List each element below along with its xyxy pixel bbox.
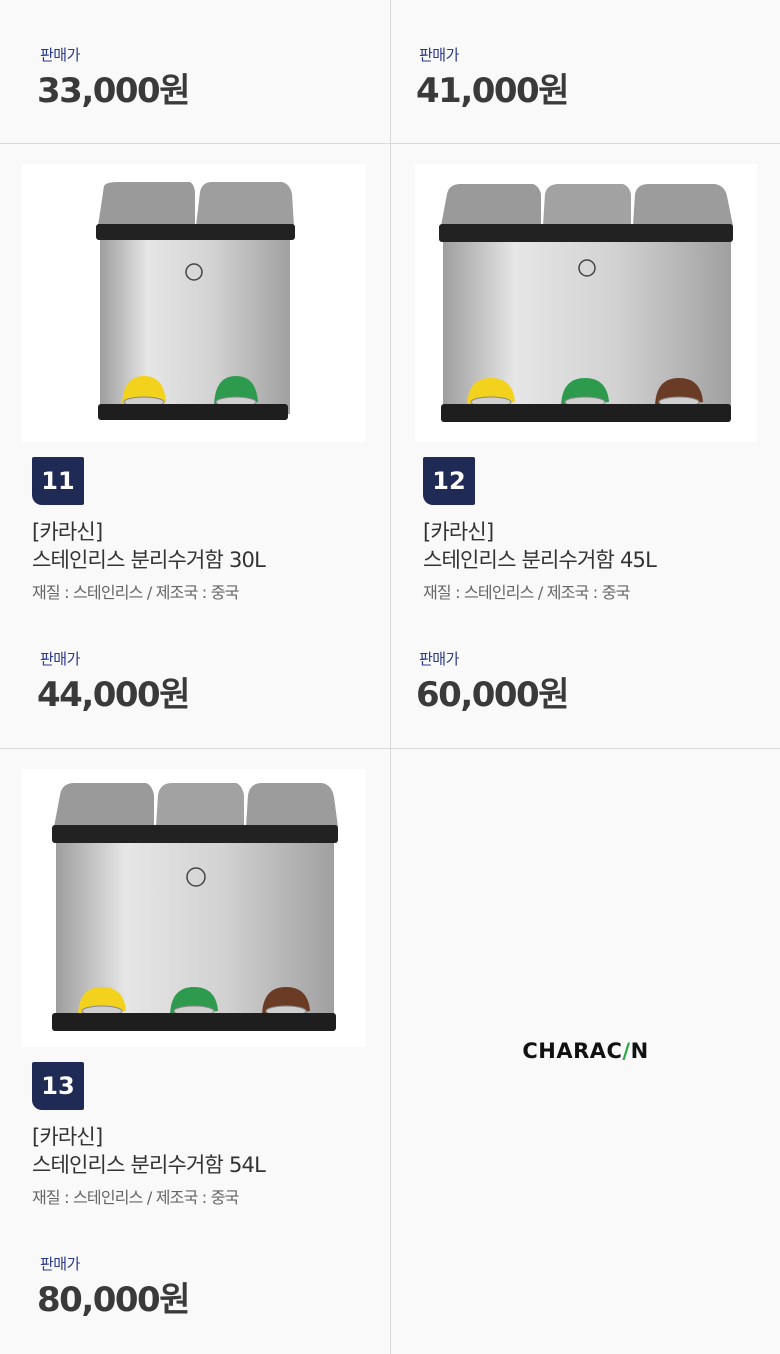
product-name[interactable]: 스테인리스 분리수거함 30L: [32, 544, 266, 574]
product-card-11[interactable]: 11 [카라신] 스테인리스 분리수거함 30L 재질 : 스테인리스 / 제조…: [0, 144, 391, 749]
logo-slash: /: [622, 1039, 631, 1063]
price: 41,000원: [416, 71, 569, 111]
price-label: 판매가: [419, 650, 459, 668]
recycle-bin-2-image: [96, 182, 295, 420]
product-card-12[interactable]: 12 [카라신] 스테인리스 분리수거함 45L 재질 : 스테인리스 / 제조…: [391, 144, 780, 749]
characin-logo: CHARAC/N: [391, 1039, 780, 1063]
price-label: 판매가: [40, 46, 80, 64]
product-brand[interactable]: [카라신]: [32, 516, 103, 546]
logo-text-end: N: [630, 1039, 649, 1063]
product-number-badge: 11: [32, 457, 84, 505]
product-image[interactable]: [22, 164, 366, 442]
product-image[interactable]: [22, 769, 366, 1047]
product-spec: 재질 : 스테인리스 / 제조국 : 중국: [423, 583, 630, 602]
product-spec: 재질 : 스테인리스 / 제조국 : 중국: [32, 583, 239, 602]
product-image[interactable]: [415, 164, 757, 442]
product-name[interactable]: 스테인리스 분리수거함 54L: [32, 1149, 266, 1179]
logo-text-start: CHARAC: [522, 1039, 623, 1063]
price: 80,000원: [37, 1280, 190, 1320]
product-name[interactable]: 스테인리스 분리수거함 45L: [423, 544, 657, 574]
product-brand[interactable]: [카라신]: [32, 1121, 103, 1151]
product-number-badge: 12: [423, 457, 475, 505]
price: 33,000원: [37, 71, 190, 111]
price-label: 판매가: [40, 1255, 80, 1273]
product-card-top-left[interactable]: 판매가 33,000원: [0, 0, 391, 144]
price: 44,000원: [37, 675, 190, 715]
product-spec: 재질 : 스테인리스 / 제조국 : 중국: [32, 1188, 239, 1207]
product-card-13[interactable]: 13 [카라신] 스테인리스 분리수거함 54L 재질 : 스테인리스 / 제조…: [0, 749, 391, 1354]
product-brand[interactable]: [카라신]: [423, 516, 494, 546]
brand-logo-card: CHARAC/N: [391, 749, 780, 1354]
product-card-top-right[interactable]: 판매가 41,000원: [391, 0, 780, 144]
price-label: 판매가: [419, 46, 459, 64]
recycle-bin-3-large-image: [52, 783, 338, 1031]
product-grid: 판매가 33,000원 판매가 41,000원 11 [카라신] 스테인리스 분…: [0, 0, 780, 1354]
recycle-bin-3-image: [439, 184, 733, 422]
product-number-badge: 13: [32, 1062, 84, 1110]
price-label: 판매가: [40, 650, 80, 668]
price: 60,000원: [416, 675, 569, 715]
